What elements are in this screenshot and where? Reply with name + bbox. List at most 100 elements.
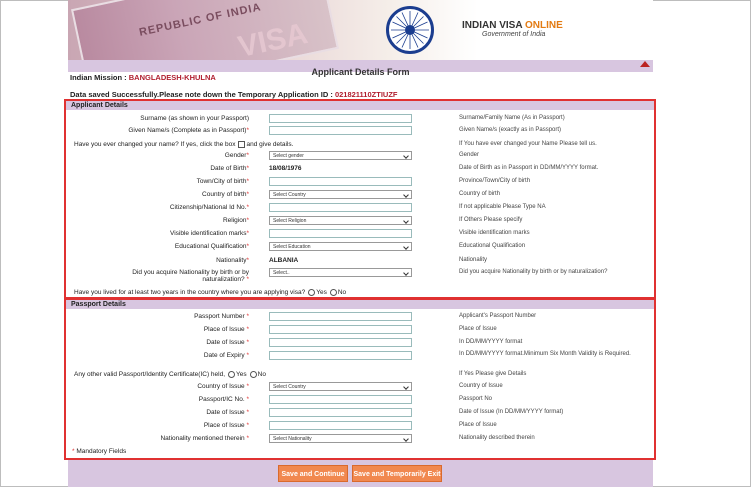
ic-place-issue-hint: Place of Issue <box>459 422 497 428</box>
changed-name-label: Have you ever changed your name? If yes,… <box>74 141 236 149</box>
nationality-row: Nationality* ALBANIA Nationality <box>66 255 654 267</box>
education-select[interactable]: Select Education <box>269 242 412 251</box>
required-mark: * <box>246 257 249 264</box>
acquire-hint: Did you acquire Nationality by birth or … <box>459 269 608 275</box>
town-input[interactable] <box>269 177 412 186</box>
passport-number-hint: Applicant's Passport Number <box>459 313 537 319</box>
required-mark: * <box>246 217 249 224</box>
chevron-down-icon <box>403 244 409 250</box>
religion-label: Religion <box>222 217 247 224</box>
required-mark: * <box>246 191 249 198</box>
lived-yes-radio[interactable] <box>308 289 316 296</box>
ic-nationality-select[interactable]: Select Nationality <box>269 434 412 443</box>
chevron-down-icon <box>403 384 409 390</box>
ic-date-issue-input[interactable] <box>269 408 412 417</box>
mission-label: Indian Mission : <box>70 73 129 82</box>
other-passport-yes-radio[interactable] <box>228 371 236 378</box>
country-issue-select-value: Select Country <box>273 384 306 390</box>
other-passport-no-label: No <box>257 371 266 379</box>
nationality-value: ALBANIA <box>269 257 299 264</box>
religion-hint: If Others Please specify <box>459 217 523 223</box>
acquire-nationality-row: Did you acquire Nationality by birth or … <box>66 267 654 285</box>
place-issue-input[interactable] <box>269 325 412 334</box>
country-issue-row: Country of Issue * Select Country Countr… <box>66 381 654 393</box>
citizenship-label: Citizenship/National Id No. <box>169 204 247 211</box>
gender-row: Gender* Select gender Gender <box>66 150 654 162</box>
acquire-label: Did you acquire Nationality by birth or … <box>132 269 249 276</box>
header-banner: REPUBLIC OF INDIA VISA INDIAN VISA ONLIN… <box>68 0 653 61</box>
citizenship-input[interactable] <box>269 203 412 212</box>
dob-hint: Date of Birth as in Passport in DD/MM/YY… <box>459 165 599 171</box>
save-continue-button[interactable]: Save and Continue <box>278 465 348 482</box>
form-title: Applicant Details Form <box>311 67 410 77</box>
ic-nationality-row: Nationality mentioned therein * Select N… <box>66 433 654 445</box>
chevron-down-icon <box>403 436 409 442</box>
nationality-hint: Nationality <box>459 257 488 263</box>
country-birth-select[interactable]: Select Country <box>269 190 412 199</box>
save-exit-button[interactable]: Save and Temporarily Exit <box>352 465 442 482</box>
page: REPUBLIC OF INDIA VISA INDIAN VISA ONLIN… <box>64 0 656 487</box>
mandatory-note: * Mandatory Fields <box>72 448 126 455</box>
required-mark: * <box>246 422 249 429</box>
applicant-details-section: Applicant Details Surname (as shown in y… <box>64 99 656 299</box>
chevron-down-icon <box>403 218 409 224</box>
gender-hint: Gender <box>459 152 480 158</box>
brand-title-a: INDIAN VISA <box>462 20 525 31</box>
mandatory-text: Mandatory Fields <box>74 448 127 455</box>
gender-select[interactable]: Select gender <box>269 151 412 160</box>
town-row: Town/City of birth* Province/Town/City o… <box>66 176 654 188</box>
scroll-up-icon[interactable] <box>640 61 650 67</box>
country-issue-select[interactable]: Select Country <box>269 382 412 391</box>
place-issue-label: Place of Issue <box>203 326 245 333</box>
citizenship-hint: If not applicable Please Type NA <box>459 204 546 210</box>
education-row: Educational Qualification* Select Educat… <box>66 241 654 253</box>
ic-place-issue-input[interactable] <box>269 421 412 430</box>
ic-place-issue-row: Place of Issue * Place of Issue <box>66 420 654 432</box>
date-expiry-hint: In DD/MM/YYYY format.Minimum Six Month V… <box>459 351 631 357</box>
ic-nationality-select-value: Select Nationality <box>273 436 312 442</box>
other-passport-no-radio[interactable] <box>249 371 257 378</box>
country-birth-label: Country of birth <box>202 191 247 198</box>
lived-no-radio[interactable] <box>329 289 337 296</box>
required-mark: * <box>246 435 249 442</box>
acquire-select-value: Select.. <box>273 270 290 276</box>
changed-name-checkbox[interactable] <box>237 141 245 148</box>
required-mark: * <box>246 127 249 134</box>
changed-name-suffix: and give details. <box>246 141 294 149</box>
other-passport-hint: If Yes Please give Details <box>459 371 527 377</box>
ic-number-input[interactable] <box>269 395 412 404</box>
required-mark: * <box>246 383 249 390</box>
date-expiry-input[interactable] <box>269 351 412 360</box>
brand-logo: INDIAN VISA ONLINE Government of India <box>462 20 563 38</box>
brand-subtitle: Government of India <box>482 31 546 38</box>
gender-select-value: Select gender <box>273 153 304 159</box>
brand-title-b: ONLINE <box>524 20 563 31</box>
passport-number-input[interactable] <box>269 312 412 321</box>
acquire-select[interactable]: Select.. <box>269 268 412 277</box>
ic-date-issue-label: Date of Issue <box>206 409 245 416</box>
given-name-input[interactable] <box>269 126 412 135</box>
country-birth-row: Country of birth* Select Country Country… <box>66 189 654 201</box>
country-issue-hint: Country of Issue <box>459 383 503 389</box>
marks-hint: Visible identification marks <box>459 230 530 236</box>
education-select-value: Select Education <box>273 244 311 250</box>
required-mark: * <box>246 276 249 283</box>
required-mark: * <box>246 178 249 185</box>
ic-date-issue-row: Date of Issue * Date of Issue (In DD/MM/… <box>66 407 654 419</box>
ic-number-row: Passport/IC No. * Passport No <box>66 394 654 406</box>
dob-row: Date of Birth* 18/08/1976 Date of Birth … <box>66 163 654 175</box>
citizenship-row: Citizenship/National Id No.* If not appl… <box>66 202 654 214</box>
surname-hint: Surname/Family Name (As in Passport) <box>459 115 565 121</box>
given-name-label: Given Name/s (Complete as in Passport) <box>128 127 247 134</box>
date-issue-input[interactable] <box>269 338 412 347</box>
required-mark: * <box>246 152 249 159</box>
country-birth-hint: Country of birth <box>459 191 501 197</box>
date-issue-hint: In DD/MM/YYYY format <box>459 339 523 345</box>
surname-input[interactable] <box>269 114 412 123</box>
religion-select[interactable]: Select Religion <box>269 216 412 225</box>
lived-yes-label: Yes <box>316 289 327 297</box>
marks-label: Visible identification marks <box>169 230 247 237</box>
marks-input[interactable] <box>269 229 412 238</box>
given-name-hint: Given Name/s (exactly as in Passport) <box>459 127 562 133</box>
passport-number-label: Passport Number <box>194 313 245 320</box>
